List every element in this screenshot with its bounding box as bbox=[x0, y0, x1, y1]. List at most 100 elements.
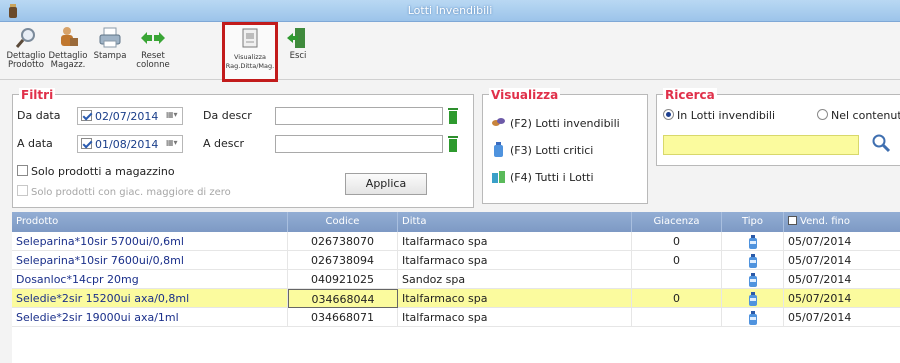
dettaglio-magazz-button[interactable]: Dettaglio Magazz. bbox=[48, 24, 88, 78]
col-header-vend-fino-label: Vend. fino bbox=[800, 216, 851, 227]
cell-prodotto[interactable]: Seleparina*10sir 5700ui/0,6ml bbox=[12, 232, 288, 251]
cell-prodotto[interactable]: Dosanloc*14cpr 20mg bbox=[12, 270, 288, 289]
in-lotti-radio[interactable] bbox=[663, 109, 674, 120]
column-menu-icon[interactable] bbox=[788, 216, 797, 225]
table-row[interactable]: Seledie*2sir 15200ui axa/0,8ml 034668044 I… bbox=[12, 289, 900, 308]
lotti-critici-option[interactable]: (F3) Lotti critici bbox=[491, 142, 593, 157]
cell-giacenza[interactable] bbox=[632, 308, 722, 327]
cell-vend[interactable]: 05/07/2014 bbox=[784, 251, 900, 270]
table-row[interactable]: Seleparina*10sir 7600ui/0,8ml 026738094 It… bbox=[12, 251, 900, 270]
a-data-checkbox[interactable] bbox=[81, 138, 92, 149]
cell-vend[interactable]: 05/07/2014 bbox=[784, 289, 900, 308]
table-row[interactable]: Dosanloc*14cpr 20mg 040921025 Sandoz spa 05… bbox=[12, 270, 900, 289]
cell-giacenza[interactable]: 0 bbox=[632, 289, 722, 308]
button-label: Esci bbox=[289, 51, 307, 61]
button-label: Visualizza bbox=[233, 53, 267, 61]
nel-contenuto-radio[interactable] bbox=[817, 109, 828, 120]
cell-prodotto[interactable]: Seleparina*10sir 7600ui/0,8ml bbox=[12, 251, 288, 270]
col-header-giacenza[interactable]: Giacenza bbox=[632, 212, 722, 232]
cell-tipo[interactable] bbox=[722, 251, 784, 270]
solo-giacenza-label: Solo prodotti con giac. maggiore di zero bbox=[31, 187, 231, 198]
visualizza-title: Visualizza bbox=[489, 88, 561, 102]
col-header-codice[interactable]: Codice bbox=[288, 212, 398, 232]
cell-prodotto[interactable]: Seledie*2sir 15200ui axa/0,8ml bbox=[12, 289, 288, 308]
da-data-value: 02/07/2014 bbox=[95, 110, 159, 123]
cell-tipo[interactable] bbox=[722, 308, 784, 327]
a-data-value: 01/08/2014 bbox=[95, 138, 159, 151]
window-title: Lotti Invendibili bbox=[407, 4, 493, 17]
da-data-label: Da data bbox=[17, 109, 61, 122]
cell-codice[interactable]: 026738094 bbox=[288, 251, 398, 270]
cell-ditta[interactable]: Sandoz spa bbox=[398, 270, 632, 289]
tutti-lotti-option[interactable]: (F4) Tutti i Lotti bbox=[491, 169, 594, 184]
reset-colonne-button[interactable]: Reset colonne bbox=[132, 24, 174, 78]
in-lotti-invendibili-option[interactable]: In Lotti invendibili bbox=[663, 109, 775, 122]
cell-prodotto[interactable]: Seledie*2sir 19000ui axa/1ml bbox=[12, 308, 288, 327]
cell-vend[interactable]: 05/07/2014 bbox=[784, 270, 900, 289]
lotti-invendibili-option[interactable]: (F2) Lotti invendibili bbox=[491, 115, 620, 130]
calendar-dropdown-icon[interactable]: ▦▾ bbox=[166, 110, 180, 122]
lotti-invendibili-label: (F2) Lotti invendibili bbox=[510, 117, 620, 130]
warehouse-worker-icon bbox=[61, 27, 78, 46]
col-header-tipo[interactable]: Tipo bbox=[722, 212, 784, 232]
da-descr-input[interactable] bbox=[275, 107, 443, 125]
a-descr-label: A descr bbox=[203, 137, 245, 150]
button-label: Prodotto bbox=[8, 60, 44, 70]
table-row[interactable]: Seledie*2sir 19000ui axa/1ml 034668071 Ita… bbox=[12, 308, 900, 327]
filtri-group: Filtri Da data 02/07/2014 ▦▾ Da descr A … bbox=[12, 88, 474, 208]
cell-giacenza[interactable]: 0 bbox=[632, 251, 722, 270]
cell-ditta[interactable]: Italfarmaco spa bbox=[398, 232, 632, 251]
grid-header: Prodotto Codice Ditta Giacenza Tipo Vend… bbox=[12, 212, 900, 232]
da-data-field[interactable]: 02/07/2014 ▦▾ bbox=[77, 107, 183, 125]
cell-ditta[interactable]: Italfarmaco spa bbox=[398, 308, 632, 327]
cell-ditta[interactable]: Italfarmaco spa bbox=[398, 289, 632, 308]
solo-magazzino-label: Solo prodotti a magazzino bbox=[31, 165, 175, 178]
solo-giacenza-option: Solo prodotti con giac. maggiore di zero bbox=[17, 185, 231, 198]
esci-button[interactable]: Esci bbox=[284, 24, 312, 78]
bottle-icon bbox=[748, 292, 757, 306]
stampa-button[interactable]: Stampa bbox=[92, 24, 128, 78]
cell-codice[interactable]: 040921025 bbox=[288, 270, 398, 289]
da-data-checkbox[interactable] bbox=[81, 110, 92, 121]
search-icon[interactable] bbox=[871, 133, 891, 153]
cell-giacenza[interactable]: 0 bbox=[632, 232, 722, 251]
solo-magazzino-checkbox[interactable] bbox=[17, 165, 28, 176]
lotti-grid: Prodotto Codice Ditta Giacenza Tipo Vend… bbox=[12, 212, 900, 363]
da-descr-label: Da descr bbox=[203, 109, 252, 122]
nel-contenuto-option[interactable]: Nel contenuto bbox=[817, 109, 900, 122]
cell-tipo[interactable] bbox=[722, 270, 784, 289]
cell-giacenza[interactable] bbox=[632, 270, 722, 289]
col-header-ditta[interactable]: Ditta bbox=[398, 212, 632, 232]
a-data-field[interactable]: 01/08/2014 ▦▾ bbox=[77, 135, 183, 153]
cell-ditta[interactable]: Italfarmaco spa bbox=[398, 251, 632, 270]
filtri-title: Filtri bbox=[19, 88, 56, 102]
cell-codice[interactable]: 034668071 bbox=[288, 308, 398, 327]
calendar-dropdown-icon[interactable]: ▦▾ bbox=[166, 138, 180, 150]
visualizza-ragditta-button[interactable]: Visualizza Rag.Ditta/Mag. bbox=[222, 22, 278, 82]
col-header-prodotto[interactable]: Prodotto bbox=[12, 212, 288, 232]
a-descr-input[interactable] bbox=[275, 135, 443, 153]
ricerca-group: Ricerca In Lotti invendibili Nel contenu… bbox=[656, 88, 900, 166]
cell-vend[interactable]: 05/07/2014 bbox=[784, 232, 900, 251]
reset-arrows-icon bbox=[141, 32, 165, 44]
tutti-lotti-label: (F4) Tutti i Lotti bbox=[510, 171, 594, 184]
solo-magazzino-option[interactable]: Solo prodotti a magazzino bbox=[17, 165, 175, 178]
bottle-icon bbox=[748, 235, 757, 249]
table-row[interactable]: Seleparina*10sir 5700ui/0,6ml 026738070 It… bbox=[12, 232, 900, 251]
toolbar: Dettaglio Prodotto Dettaglio Magazz. Sta… bbox=[0, 22, 900, 82]
applica-button[interactable]: Applica bbox=[345, 173, 427, 195]
trash-icon[interactable] bbox=[447, 135, 459, 153]
cell-codice[interactable]: 026738070 bbox=[288, 232, 398, 251]
cell-tipo[interactable] bbox=[722, 232, 784, 251]
dettaglio-prodotto-button[interactable]: Dettaglio Prodotto bbox=[6, 24, 46, 78]
trash-icon[interactable] bbox=[447, 107, 459, 125]
visualizza-group: Visualizza (F2) Lotti invendibili (F3) L… bbox=[482, 88, 648, 204]
bottle-icon bbox=[494, 142, 503, 157]
cell-vend[interactable]: 05/07/2014 bbox=[784, 308, 900, 327]
button-label: Rag.Ditta/Mag. bbox=[225, 62, 275, 70]
cell-tipo[interactable] bbox=[722, 289, 784, 308]
col-header-vend-fino[interactable]: Vend. fino bbox=[784, 212, 900, 232]
search-input[interactable] bbox=[663, 135, 859, 155]
a-data-label: A data bbox=[17, 137, 53, 150]
cell-codice[interactable]: 034668044 bbox=[288, 289, 398, 308]
